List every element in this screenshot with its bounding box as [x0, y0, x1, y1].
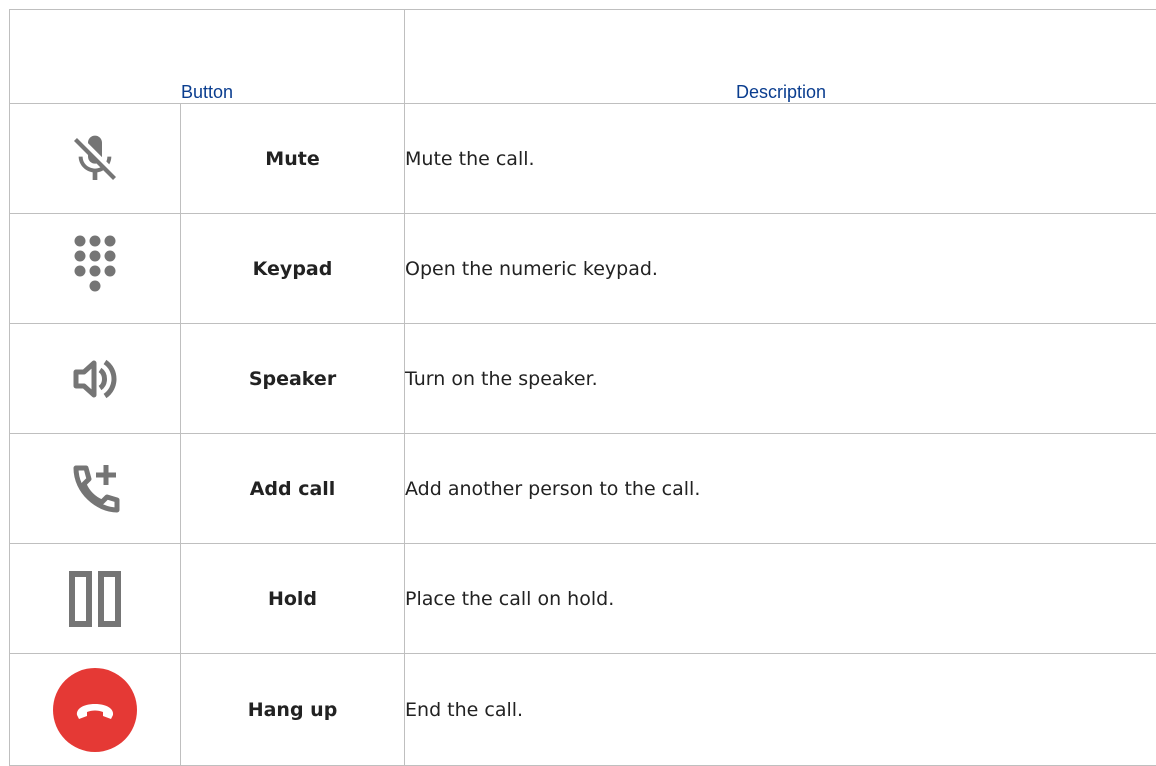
button-label: Speaker — [181, 324, 405, 434]
button-label: Hold — [181, 544, 405, 654]
table-row: Speaker Turn on the speaker. — [10, 324, 1156, 434]
icon-cell — [10, 654, 181, 766]
add-call-icon — [70, 462, 120, 516]
icon-cell — [10, 104, 181, 214]
button-label: Keypad — [181, 214, 405, 324]
table-row: Hold Place the call on hold. — [10, 544, 1156, 654]
icon-cell — [10, 544, 181, 654]
icon-cell — [10, 434, 181, 544]
button-description-table: Button Description Mute Mute the call. — [9, 9, 1156, 766]
speaker-icon — [71, 355, 119, 403]
dialpad-icon — [71, 233, 119, 305]
table-row: Hang up End the call. — [10, 654, 1156, 766]
table-row: Add call Add another person to the call. — [10, 434, 1156, 544]
button-description: End the call. — [405, 654, 1156, 766]
icon-cell — [10, 214, 181, 324]
table-row: Keypad Open the numeric keypad. — [10, 214, 1156, 324]
icon-cell — [10, 324, 181, 434]
button-description: Open the numeric keypad. — [405, 214, 1156, 324]
mic-off-icon — [67, 131, 123, 187]
button-label: Hang up — [181, 654, 405, 766]
table-row: Mute Mute the call. — [10, 104, 1156, 214]
pause-icon — [69, 571, 121, 627]
table-header-row: Button Description — [10, 10, 1156, 104]
header-button: Button — [10, 10, 405, 104]
header-description: Description — [405, 10, 1156, 104]
button-label: Add call — [181, 434, 405, 544]
button-description: Mute the call. — [405, 104, 1156, 214]
hang-up-icon — [52, 667, 138, 753]
button-label: Mute — [181, 104, 405, 214]
button-description: Place the call on hold. — [405, 544, 1156, 654]
button-description: Turn on the speaker. — [405, 324, 1156, 434]
button-description: Add another person to the call. — [405, 434, 1156, 544]
